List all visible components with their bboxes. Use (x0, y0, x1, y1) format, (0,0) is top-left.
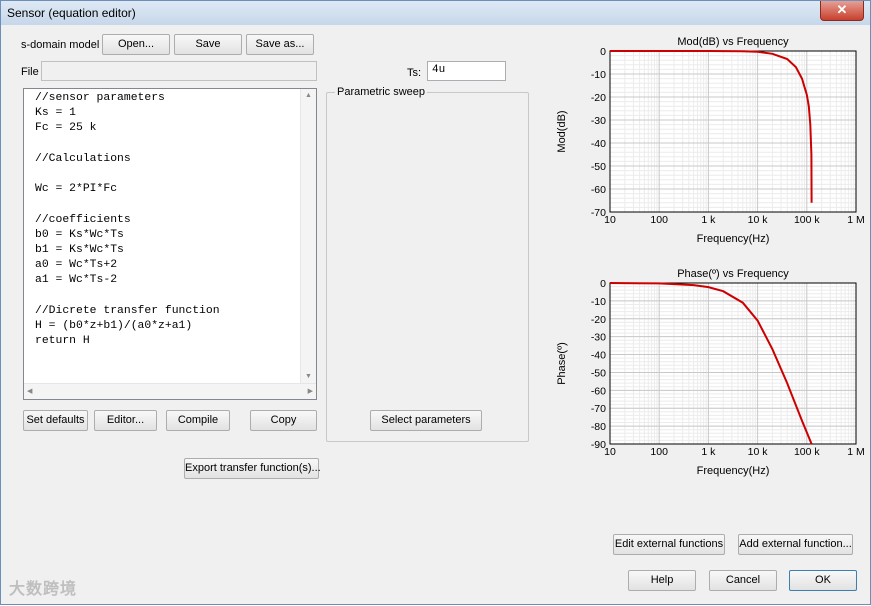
y-tick-label: -30 (591, 332, 606, 344)
x-tick-label: 10 k (748, 214, 769, 226)
cancel-button[interactable]: Cancel (709, 570, 777, 591)
y-tick-label: -10 (591, 296, 606, 308)
x-tick-label: 100 k (794, 214, 820, 226)
x-tick-label: 10 k (748, 446, 769, 458)
y-tick-label: 0 (600, 278, 606, 290)
y-tick-label: -10 (591, 69, 606, 81)
watermark-logo: 大数跨境 (9, 575, 77, 599)
x-tick-label: 100 (650, 446, 668, 458)
y-tick-label: -70 (591, 207, 606, 219)
y-tick-label: -60 (591, 385, 606, 397)
x-tick-label: 1 M (847, 446, 865, 458)
help-button[interactable]: Help (628, 570, 696, 591)
edit-external-functions-button[interactable]: Edit external functions (613, 534, 725, 555)
y-tick-label: -20 (591, 92, 606, 104)
chart-title: Mod(dB) vs Frequency (677, 36, 789, 48)
y-tick-label: -50 (591, 367, 606, 379)
x-tick-label: 1 k (701, 446, 716, 458)
x-axis-label: Frequency(Hz) (697, 465, 770, 477)
equation-editor-window: Sensor (equation editor) ✕ s-domain mode… (0, 0, 871, 605)
y-tick-label: -40 (591, 350, 606, 362)
y-tick-label: -60 (591, 184, 606, 196)
plot-area (610, 283, 856, 444)
plot-area (610, 51, 856, 212)
x-tick-label: 100 k (794, 446, 820, 458)
y-tick-label: -30 (591, 115, 606, 127)
add-external-function-button[interactable]: Add external function... (738, 534, 853, 555)
x-axis-label: Frequency(Hz) (697, 233, 770, 245)
x-tick-label: 1 M (847, 214, 865, 226)
x-tick-label: 100 (650, 214, 668, 226)
y-tick-label: -70 (591, 403, 606, 415)
y-tick-label: -90 (591, 439, 606, 451)
chart-title: Phase(º) vs Frequency (677, 268, 789, 280)
y-axis-label: Phase(º) (556, 342, 568, 385)
y-tick-label: -50 (591, 161, 606, 173)
x-tick-label: 1 k (701, 214, 716, 226)
ok-button[interactable]: OK (789, 570, 857, 591)
magnitude-chart: 101001 k10 k100 k1 M0-10-20-30-40-50-60-… (1, 1, 871, 606)
y-tick-label: 0 (600, 46, 606, 58)
y-axis-label: Mod(dB) (556, 110, 568, 152)
y-tick-label: -40 (591, 138, 606, 150)
y-tick-label: -80 (591, 421, 606, 433)
y-tick-label: -20 (591, 314, 606, 326)
